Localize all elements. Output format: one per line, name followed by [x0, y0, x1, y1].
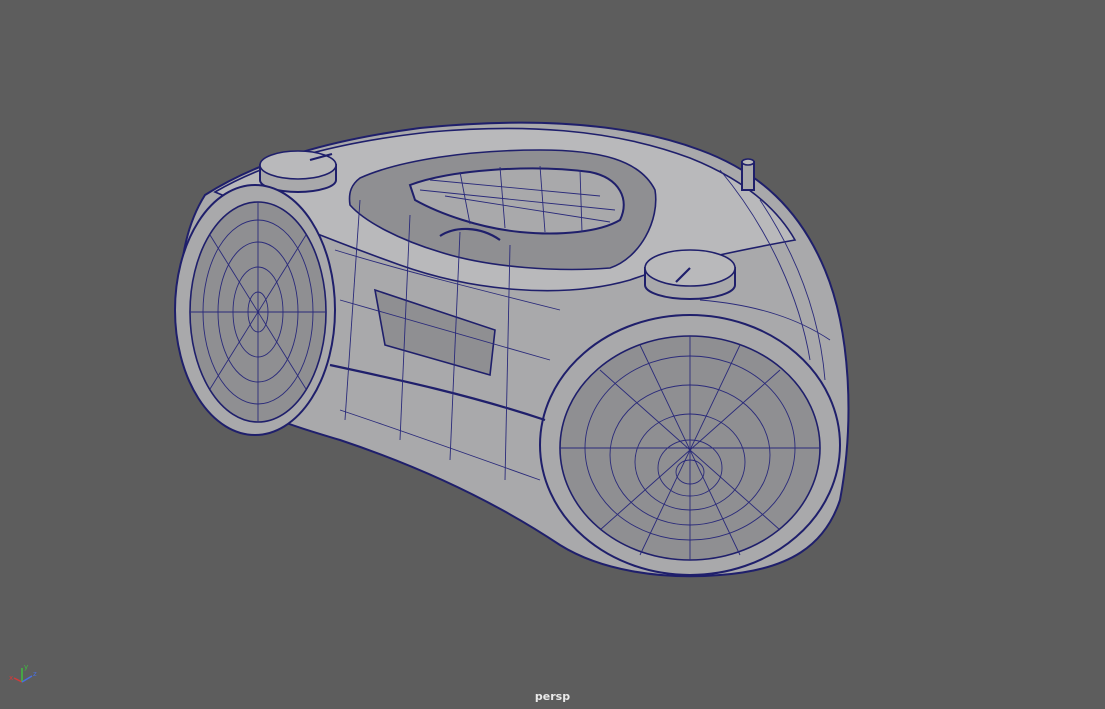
axis-y-label: y [24, 663, 28, 671]
maya-viewport[interactable]: x y z persp [0, 0, 1105, 709]
antenna [741, 158, 755, 191]
axis-z-label: z [33, 670, 37, 678]
volume-knob[interactable] [259, 150, 337, 193]
boombox-model[interactable] [0, 0, 1105, 709]
axis-gizmo: x y z [9, 663, 37, 683]
camera-name-label: persp [534, 690, 571, 703]
right-speaker[interactable] [539, 314, 841, 576]
axis-x-label: x [9, 674, 13, 682]
left-speaker[interactable] [174, 184, 336, 436]
tuner-knob[interactable] [644, 249, 736, 300]
